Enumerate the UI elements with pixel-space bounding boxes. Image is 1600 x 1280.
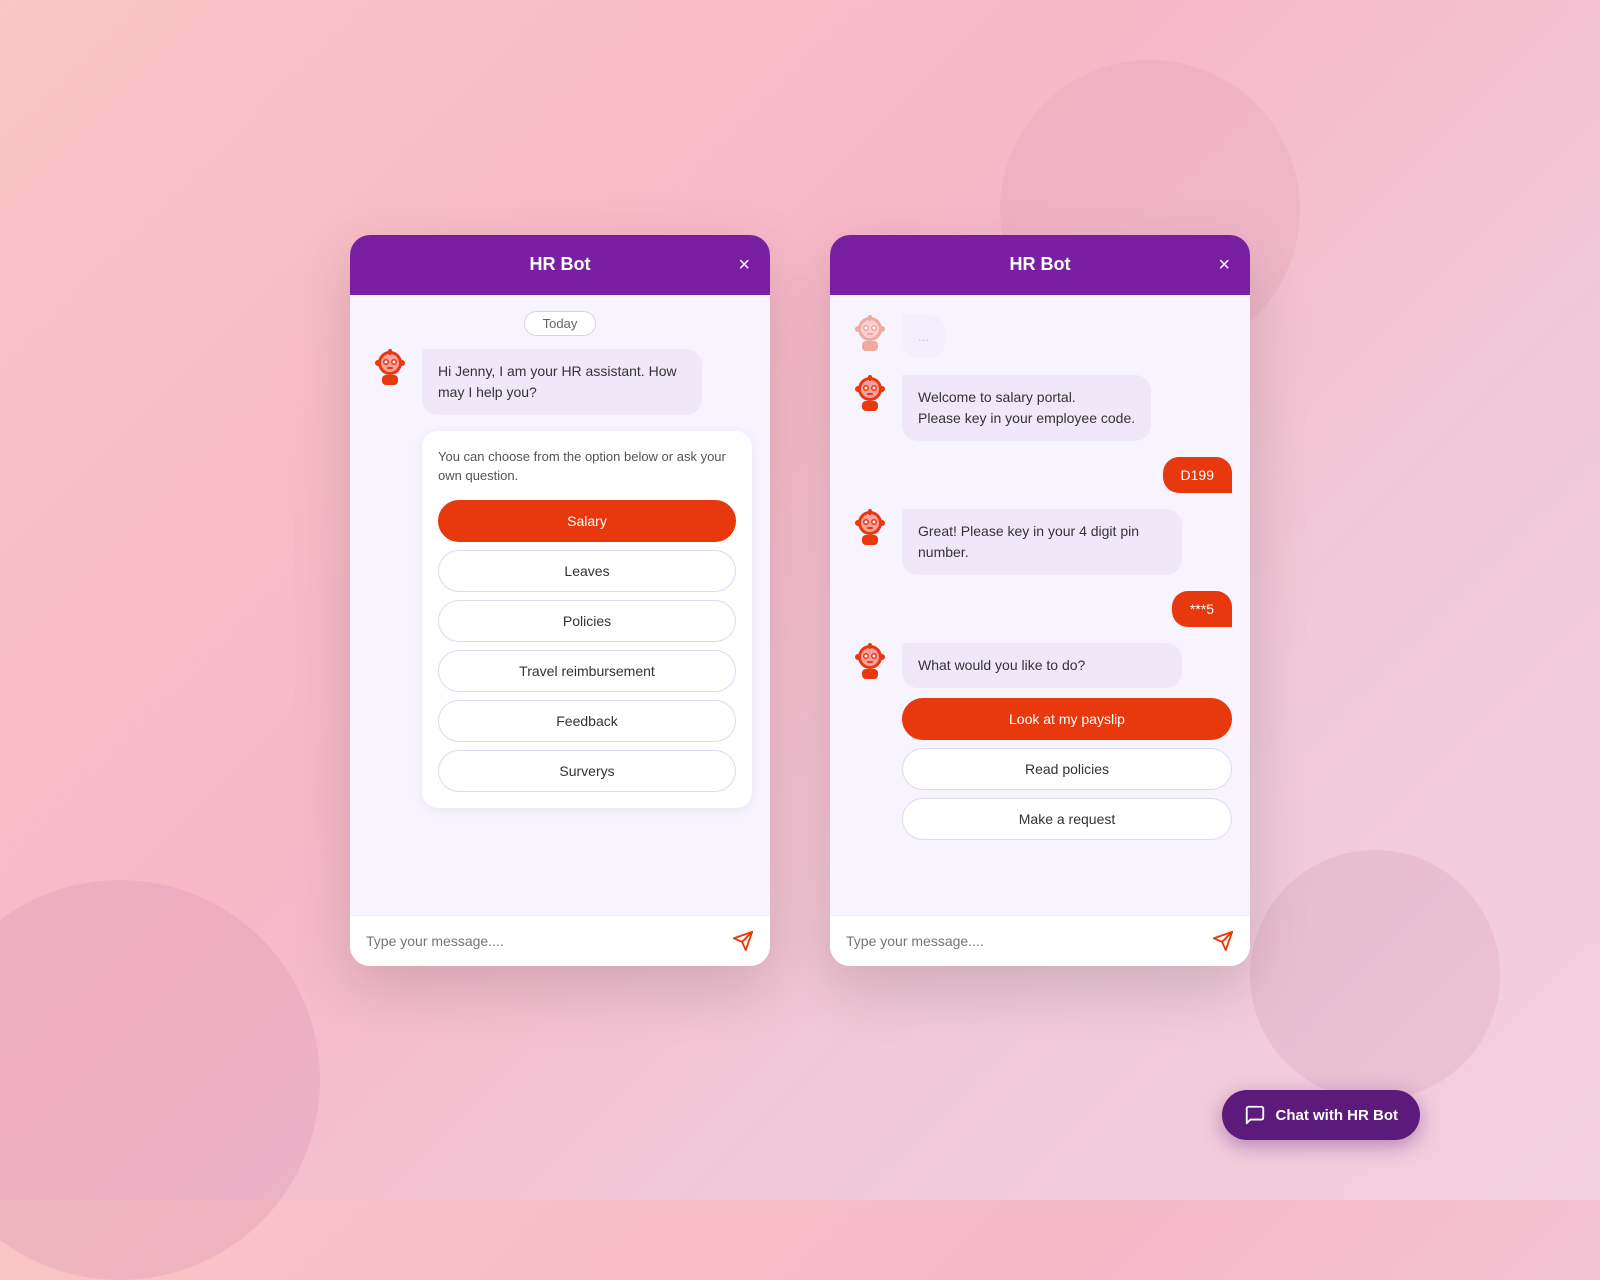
right-message-input[interactable] xyxy=(846,933,1202,949)
user-d199-bubble: D199 xyxy=(1163,457,1232,493)
bot-choice-content: What would you like to do? Look at my pa… xyxy=(902,643,1232,840)
date-badge: Today xyxy=(368,315,752,333)
left-chat-window: HR Bot × Today xyxy=(350,235,770,966)
bot-avatar-faded xyxy=(848,315,892,359)
bot-pin-bubble: Great! Please key in your 4 digit pin nu… xyxy=(902,509,1182,575)
send-icon xyxy=(732,930,754,952)
bot-avatar xyxy=(368,349,412,393)
left-input-area xyxy=(350,915,770,966)
option-feedback[interactable]: Feedback xyxy=(438,700,736,742)
left-chat-messages: Today xyxy=(350,295,770,915)
option-salary[interactable]: Salary xyxy=(438,500,736,542)
user-pin-row: ***5 xyxy=(848,591,1232,627)
left-message-input[interactable] xyxy=(366,933,722,949)
right-input-area xyxy=(830,915,1250,966)
faded-bubble: ... xyxy=(902,315,945,359)
bot-avatar-2 xyxy=(848,509,892,553)
right-option-request[interactable]: Make a request xyxy=(902,798,1232,840)
option-policies[interactable]: Policies xyxy=(438,600,736,642)
bot-avatar-1 xyxy=(848,375,892,419)
bot-pin-row: Great! Please key in your 4 digit pin nu… xyxy=(848,509,1232,575)
bot-choice-row: What would you like to do? Look at my pa… xyxy=(848,643,1232,840)
bot-salary-portal-row: Welcome to salary portal.Please key in y… xyxy=(848,375,1232,441)
bot-greeting-row: Hi Jenny, I am your HR assistant. How ma… xyxy=(368,349,752,415)
faded-top-row: ... xyxy=(848,315,1232,359)
right-option-policies[interactable]: Read policies xyxy=(902,748,1232,790)
option-leaves[interactable]: Leaves xyxy=(438,550,736,592)
option-travel-reimbursement[interactable]: Travel reimbursement xyxy=(438,650,736,692)
right-option-payslip[interactable]: Look at my payslip xyxy=(902,698,1232,740)
chat-windows-container: HR Bot × Today xyxy=(350,235,1250,966)
options-intro-text: You can choose from the option below or … xyxy=(438,447,736,486)
right-send-button[interactable] xyxy=(1212,930,1234,952)
bot-salary-portal-bubble: Welcome to salary portal.Please key in y… xyxy=(902,375,1151,441)
user-pin-bubble: ***5 xyxy=(1172,591,1232,627)
right-close-button[interactable]: × xyxy=(1218,255,1230,275)
user-d199-row: D199 xyxy=(848,457,1232,493)
options-card: You can choose from the option below or … xyxy=(422,431,752,808)
right-chat-messages: ... xyxy=(830,295,1250,915)
right-chat-window: HR Bot × xyxy=(830,235,1250,966)
left-close-button[interactable]: × xyxy=(738,255,750,275)
float-chat-button[interactable]: Chat with HR Bot xyxy=(1222,1090,1420,1140)
float-chat-label: Chat with HR Bot xyxy=(1276,1107,1398,1124)
bot-choice-bubble: What would you like to do? xyxy=(902,643,1182,688)
bot-greeting-bubble: Hi Jenny, I am your HR assistant. How ma… xyxy=(422,349,702,415)
right-chat-title: HR Bot xyxy=(1010,254,1071,275)
option-surverys[interactable]: Surverys xyxy=(438,750,736,792)
chat-bubble-icon xyxy=(1244,1104,1266,1126)
left-chat-header: HR Bot × xyxy=(350,235,770,295)
left-send-button[interactable] xyxy=(732,930,754,952)
bot-avatar-3 xyxy=(848,643,892,687)
send-icon-right xyxy=(1212,930,1234,952)
right-chat-header: HR Bot × xyxy=(830,235,1250,295)
left-chat-title: HR Bot xyxy=(530,254,591,275)
